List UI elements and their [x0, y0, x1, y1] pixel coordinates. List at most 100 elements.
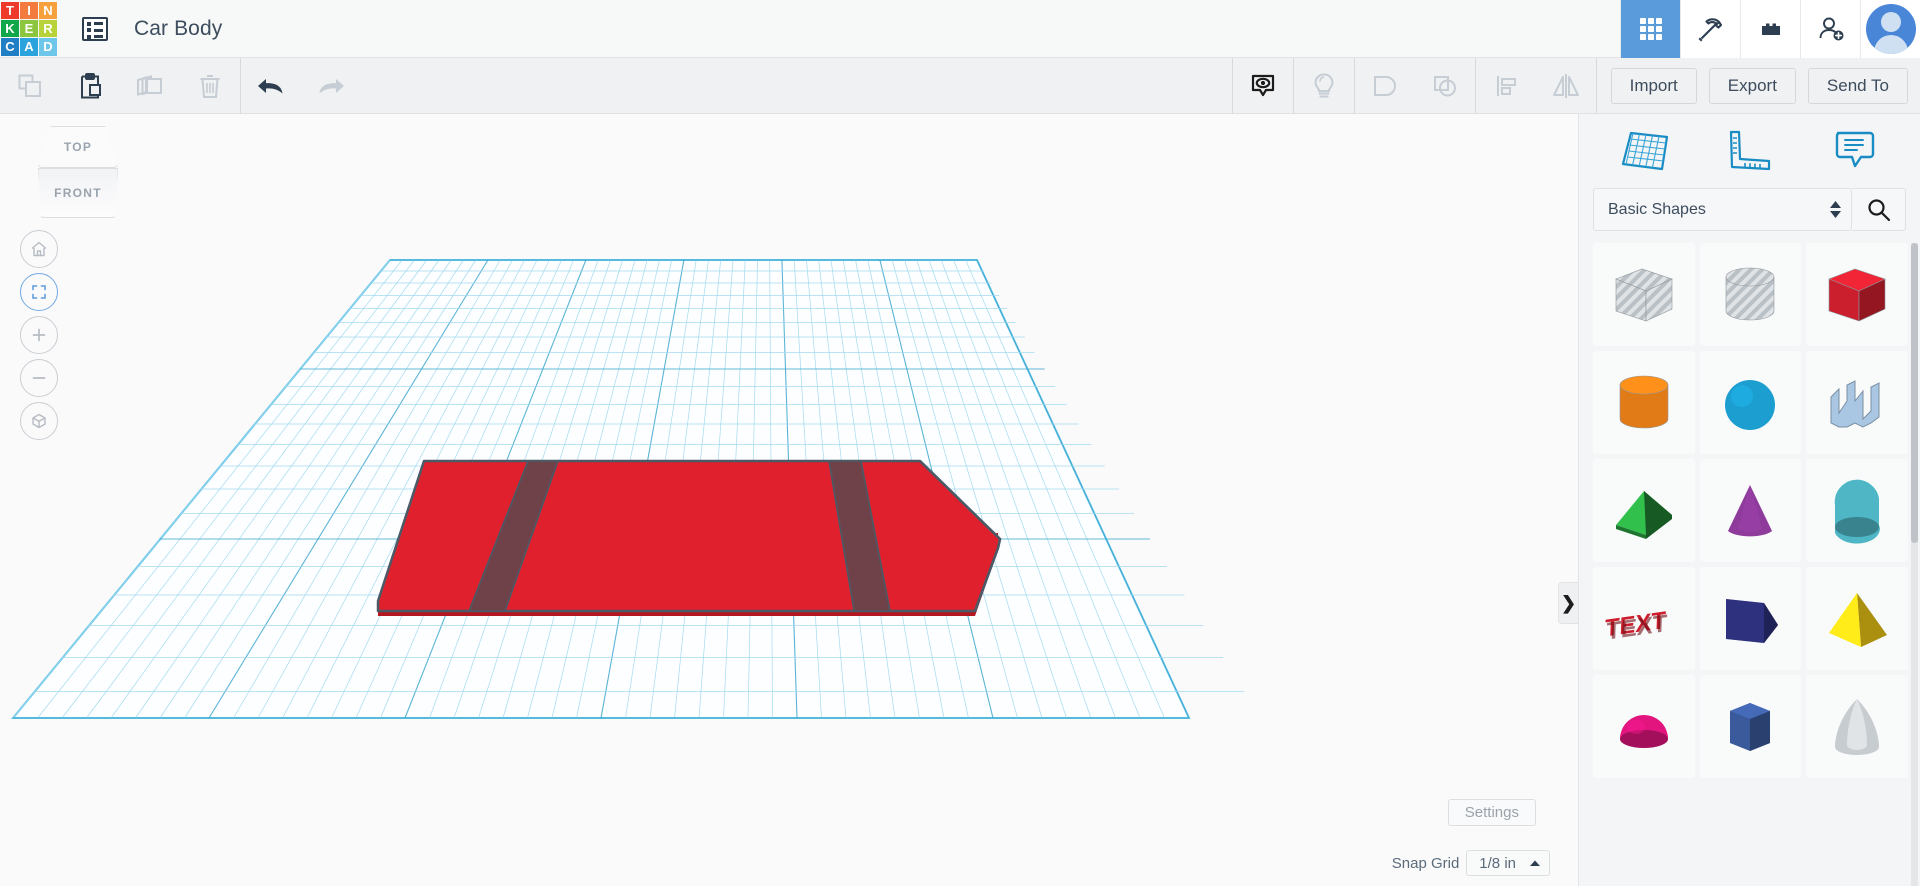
perspective-toggle-button[interactable]: [20, 402, 58, 440]
user-avatar-button[interactable]: [1860, 0, 1920, 58]
logo-tile-n: N: [39, 1, 57, 19]
project-list-icon: [82, 16, 108, 41]
cone-purple-thumb: [1728, 484, 1773, 536]
fit-to-view-button[interactable]: [20, 273, 58, 311]
shape-category-select[interactable]: Basic Shapes: [1593, 188, 1852, 231]
grid-apps-icon: [1639, 17, 1662, 40]
roof-green-thumb: [1615, 490, 1672, 539]
delete-button[interactable]: [180, 58, 240, 114]
zoom-out-button[interactable]: [20, 359, 58, 397]
invite-person-button[interactable]: [1800, 0, 1860, 58]
mirror-button[interactable]: [1536, 58, 1596, 114]
shape-item-half-sphere-pink[interactable]: [1593, 675, 1695, 778]
workplane-icon: [1622, 131, 1669, 171]
lightbulb-icon: [1314, 72, 1334, 97]
trash-icon: [200, 74, 220, 98]
shape-item-cylinder-hole[interactable]: [1699, 243, 1802, 346]
toolbar-divider: [1595, 57, 1597, 114]
logo-tile-i: I: [20, 1, 38, 19]
3d-canvas[interactable]: TOP FRONT Settings Snap Grid 1/8 in ❯: [0, 114, 1578, 886]
top-bar-actions: [1620, 0, 1920, 58]
shape-item-roof-green[interactable]: [1593, 459, 1695, 562]
ungroup-button[interactable]: [1415, 58, 1475, 114]
duplicate-icon: [137, 74, 162, 96]
shape-item-cone-purple[interactable]: [1699, 459, 1802, 562]
snap-grid-select[interactable]: 1/8 in: [1466, 850, 1550, 876]
shape-item-box-red[interactable]: [1806, 243, 1908, 346]
hex-prism-blue-thumb: [1730, 702, 1771, 751]
paraboloid-gray-thumb: [1835, 698, 1880, 755]
view-cube-top-face[interactable]: TOP: [38, 126, 118, 168]
notes-button[interactable]: [1812, 121, 1896, 181]
hide-button[interactable]: [1294, 58, 1354, 114]
shape-item-wedge-navy[interactable]: [1699, 567, 1802, 670]
ruler-button[interactable]: [1707, 121, 1791, 181]
page-title: Car Body: [134, 16, 223, 40]
workplane-button[interactable]: [1603, 121, 1687, 181]
paste-icon: [81, 72, 101, 98]
project-list-button[interactable]: [82, 16, 108, 41]
shape-search-button[interactable]: [1852, 188, 1906, 231]
show-all-button[interactable]: [1233, 58, 1293, 114]
shape-item-round-roof-teal[interactable]: [1806, 459, 1908, 562]
navigation-controls: [20, 230, 58, 445]
tinkercad-app: TINKERCAD Car Body Import Export Send To…: [0, 0, 1920, 886]
shape-item-hex-prism-blue[interactable]: [1699, 675, 1802, 778]
brick-icon: [1761, 23, 1780, 35]
redo-button[interactable]: [301, 58, 361, 114]
zoom-in-icon: [32, 328, 46, 342]
codeblocks-brick-button[interactable]: [1740, 0, 1800, 58]
car-body-model[interactable]: [376, 459, 1002, 616]
minecraft-pickaxe-button[interactable]: [1680, 0, 1740, 58]
logo-tile-t: T: [1, 1, 19, 19]
copy-button[interactable]: [0, 58, 60, 114]
scribble-thumb: [1830, 379, 1880, 428]
fit-to-view-icon: [32, 285, 46, 299]
chevron-up-icon: [1530, 860, 1540, 866]
half-sphere-pink-thumb: [1619, 714, 1668, 748]
duplicate-button[interactable]: [120, 58, 180, 114]
align-button[interactable]: [1476, 58, 1536, 114]
zoom-in-button[interactable]: [20, 316, 58, 354]
avatar: [1865, 3, 1916, 54]
perspective-cube-icon: [32, 413, 46, 429]
shape-item-pyramid-yellow[interactable]: [1806, 567, 1908, 670]
shapes-panel: Basic Shapes TEXT TEXT: [1578, 114, 1920, 886]
paste-button[interactable]: [60, 58, 120, 114]
home-view-button[interactable]: [20, 230, 58, 268]
group-icon: [1373, 75, 1396, 96]
panel-collapse-tab[interactable]: ❯: [1558, 582, 1578, 624]
send-to-button[interactable]: Send To: [1807, 67, 1908, 104]
shape-item-box-hole[interactable]: [1593, 243, 1695, 346]
view-cube[interactable]: TOP FRONT: [28, 126, 128, 226]
sphere-blue-thumb: [1725, 379, 1776, 430]
snap-grid-label: Snap Grid: [1391, 854, 1460, 872]
shape-item-scribble[interactable]: [1806, 351, 1908, 454]
visibility-eye-icon: [1251, 74, 1274, 96]
add-person-icon: [1819, 17, 1843, 40]
snap-grid-value: 1/8 in: [1479, 854, 1516, 872]
shape-item-text-red[interactable]: TEXT TEXT: [1593, 567, 1695, 670]
shape-item-cylinder-orange[interactable]: [1593, 351, 1695, 454]
shape-grid-scrollbar[interactable]: [1911, 243, 1918, 543]
shape-item-sphere-blue[interactable]: [1699, 351, 1802, 454]
shape-library-grid[interactable]: TEXT TEXT: [1579, 243, 1920, 886]
search-icon: [1867, 198, 1890, 221]
shape-category-row: Basic Shapes: [1579, 188, 1920, 243]
object-toolbar: Import Export Send To: [1231, 57, 1920, 114]
settings-button[interactable]: Settings: [1447, 799, 1536, 826]
export-button[interactable]: Export: [1708, 67, 1796, 104]
box-hole-thumb: [1615, 268, 1673, 321]
box-red-thumb: [1828, 268, 1886, 321]
grid-apps-button[interactable]: [1620, 0, 1680, 58]
logo-tile-e: E: [20, 19, 38, 38]
group-button[interactable]: [1355, 58, 1415, 114]
logo-tile-r: R: [39, 19, 57, 38]
workplane-scene: [10, 259, 1245, 719]
tinkercad-logo[interactable]: TIN KER CAD: [0, 1, 58, 57]
shape-item-paraboloid-gray[interactable]: [1806, 675, 1908, 778]
view-cube-front-face[interactable]: FRONT: [38, 168, 118, 218]
undo-button[interactable]: [241, 58, 301, 114]
align-icon: [1496, 75, 1516, 96]
import-button[interactable]: Import: [1610, 67, 1697, 104]
